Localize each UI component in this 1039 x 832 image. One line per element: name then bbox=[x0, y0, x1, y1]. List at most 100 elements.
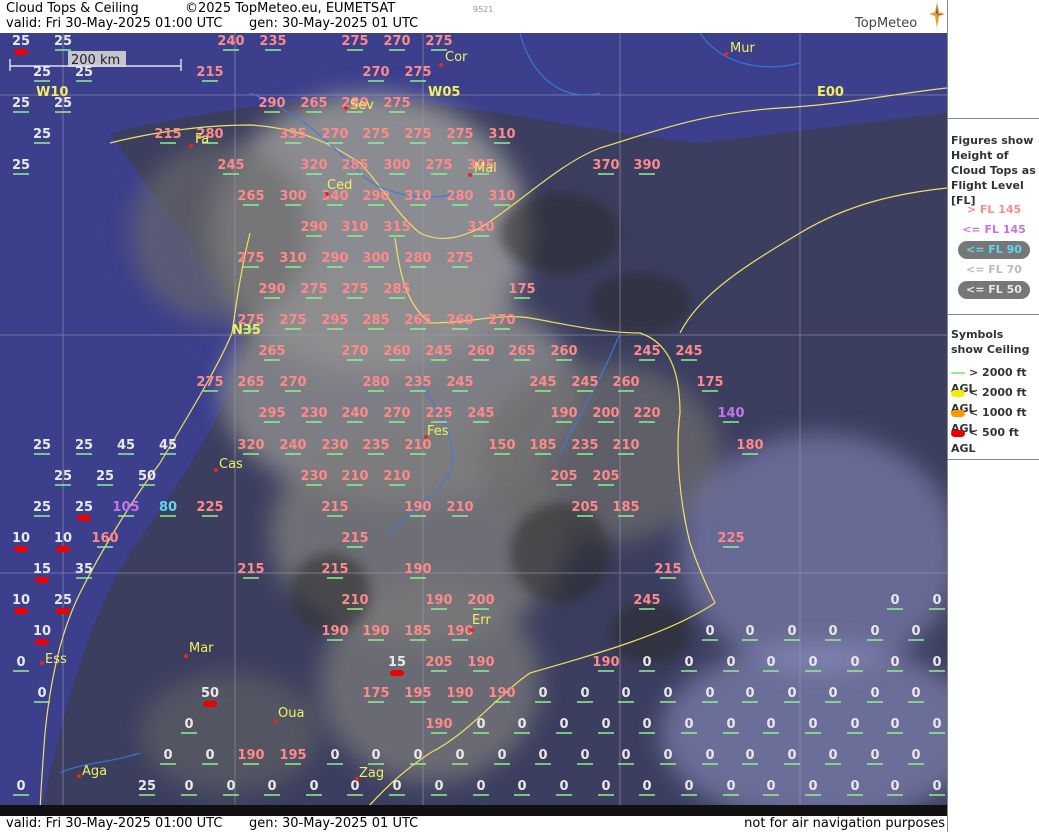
cloud-top-value: 275 bbox=[425, 34, 452, 49]
cloud-top-value: 0 bbox=[911, 624, 920, 639]
legend-fl-lowest: <= FL 50 bbox=[948, 281, 1039, 299]
city-zag[interactable]: Zag bbox=[355, 766, 384, 781]
observation-marker: 180 bbox=[736, 438, 764, 455]
observation-marker: 140 bbox=[717, 406, 745, 423]
observation-marker: 10 bbox=[33, 624, 51, 645]
observation-marker: 210 bbox=[383, 469, 411, 486]
observation-marker: 275 bbox=[196, 375, 224, 392]
cloud-top-value: 0 bbox=[890, 593, 899, 608]
ceiling-symbol bbox=[14, 546, 28, 552]
cloud-top-value: 265 bbox=[237, 189, 264, 204]
observation-marker: 10 bbox=[12, 531, 30, 552]
observation-marker: 270 bbox=[341, 344, 369, 361]
cloud-top-value: 390 bbox=[633, 158, 660, 173]
cloud-top-value: 190 bbox=[237, 748, 264, 763]
cloud-top-value: 0 bbox=[932, 779, 941, 794]
cloud-top-value: 0 bbox=[580, 748, 589, 763]
ceiling-symbol bbox=[35, 577, 49, 583]
observation-marker: 190 bbox=[488, 686, 516, 703]
cloud-top-value: 185 bbox=[612, 500, 639, 515]
legend-symbols-title: Symbols show Ceiling bbox=[951, 328, 1030, 356]
observation-marker: 235 bbox=[259, 34, 287, 51]
observation-marker: 25 bbox=[75, 438, 93, 455]
cloud-top-value: 275 bbox=[237, 313, 264, 328]
observation-marker: 50 bbox=[138, 469, 156, 486]
observation-marker: 190 bbox=[404, 562, 432, 579]
cloud-top-value: 265 bbox=[404, 313, 431, 328]
city-cas[interactable]: Cas bbox=[214, 457, 243, 472]
observation-marker: 25 bbox=[33, 500, 51, 517]
page-title: Cloud Tops & Ceiling bbox=[6, 1, 139, 16]
cloud-top-value: 45 bbox=[159, 438, 177, 453]
observation-marker: 25 bbox=[96, 469, 114, 486]
cloud-top-value: 0 bbox=[745, 686, 754, 701]
cloud-top-value: 15 bbox=[33, 562, 51, 577]
brand-logo[interactable]: TopMeteo bbox=[853, 2, 945, 32]
cloud-top-value: 270 bbox=[279, 375, 306, 390]
observation-marker: 240 bbox=[279, 438, 307, 455]
cloud-top-value: 310 bbox=[404, 189, 431, 204]
cloud-top-value: 235 bbox=[362, 438, 389, 453]
cloud-top-value: 265 bbox=[258, 344, 285, 359]
legend-fl-lower: <= FL 70 bbox=[966, 263, 1022, 276]
observation-marker: 290 bbox=[362, 189, 390, 206]
cloud-top-value: 0 bbox=[601, 779, 610, 794]
ceiling-symbol bbox=[14, 608, 28, 614]
observation-marker: 275 bbox=[341, 282, 369, 299]
city-ess[interactable]: Ess bbox=[40, 652, 67, 667]
cloud-top-value: 280 bbox=[362, 375, 389, 390]
cloud-top-value: 190 bbox=[446, 686, 473, 701]
cloud-top-value: 205 bbox=[425, 655, 452, 670]
cloud-top-value: 245 bbox=[633, 593, 660, 608]
observation-marker: 265 bbox=[300, 96, 328, 113]
cloud-top-value: 0 bbox=[870, 748, 879, 763]
city-fes[interactable]: Fes bbox=[424, 424, 449, 439]
observation-marker: 275 bbox=[446, 251, 474, 268]
observation-marker: 320 bbox=[300, 158, 328, 175]
city-oua[interactable]: Oua bbox=[274, 706, 304, 723]
observation-marker: 215 bbox=[196, 65, 224, 82]
cloud-top-value: 0 bbox=[184, 779, 193, 794]
cloud-top-value: 215 bbox=[321, 562, 348, 577]
cloud-top-value: 0 bbox=[580, 686, 589, 701]
city-mur[interactable]: Mur bbox=[724, 41, 755, 56]
cloud-top-value: 0 bbox=[705, 686, 714, 701]
city-aga[interactable]: Aga bbox=[77, 764, 107, 779]
cloud-top-value: 25 bbox=[54, 593, 72, 608]
cloud-top-value: 0 bbox=[330, 748, 339, 763]
cloud-top-value: 0 bbox=[476, 717, 485, 732]
satellite-map[interactable]: 200 km W10 W05 E00 N35 25 25 240 235 275 270 2… bbox=[0, 33, 947, 816]
cloud-top-value: 275 bbox=[425, 158, 452, 173]
cloud-top-value: 215 bbox=[237, 562, 264, 577]
cloud-top-value: 0 bbox=[828, 686, 837, 701]
observation-marker: 245 bbox=[529, 375, 557, 392]
cloud-top-value: 0 bbox=[684, 655, 693, 670]
cloud-top-value: 25 bbox=[54, 96, 72, 111]
cloud-top-value: 0 bbox=[828, 624, 837, 639]
city-mar[interactable]: Mar bbox=[184, 641, 214, 658]
observation-marker: 245 bbox=[467, 406, 495, 423]
observation-marker: 260 bbox=[446, 313, 474, 330]
observation-marker: 215 bbox=[237, 562, 265, 579]
cloud-top-value: 105 bbox=[112, 500, 139, 515]
observation-marker: 300 bbox=[362, 251, 390, 268]
observation-marker: 25 bbox=[12, 34, 30, 55]
cloud-top-value: 0 bbox=[350, 779, 359, 794]
cloud-top-value: 0 bbox=[911, 686, 920, 701]
observation-marker: 210 bbox=[612, 438, 640, 455]
cloud-top-value: 10 bbox=[12, 531, 30, 546]
observation-marker: 190 bbox=[550, 406, 578, 423]
cloud-top-value: 210 bbox=[612, 438, 639, 453]
cloud-top-value: 0 bbox=[163, 748, 172, 763]
observation-marker: 290 bbox=[321, 251, 349, 268]
legend-figures-title: Figures show Height of Cloud Tops as Fli… bbox=[951, 134, 1036, 207]
legend-fl-mid: <= FL 145 bbox=[962, 223, 1026, 236]
observation-marker: 190 bbox=[237, 748, 265, 765]
svg-text:Ced: Ced bbox=[327, 178, 352, 193]
observation-marker: 25 bbox=[75, 500, 93, 521]
cloud-top-value: 215 bbox=[196, 65, 223, 80]
city-cor[interactable]: Cor bbox=[439, 50, 468, 67]
observation-marker: 275 bbox=[383, 96, 411, 113]
cloud-top-value: 0 bbox=[932, 593, 941, 608]
cloud-top-value: 0 bbox=[890, 717, 899, 732]
